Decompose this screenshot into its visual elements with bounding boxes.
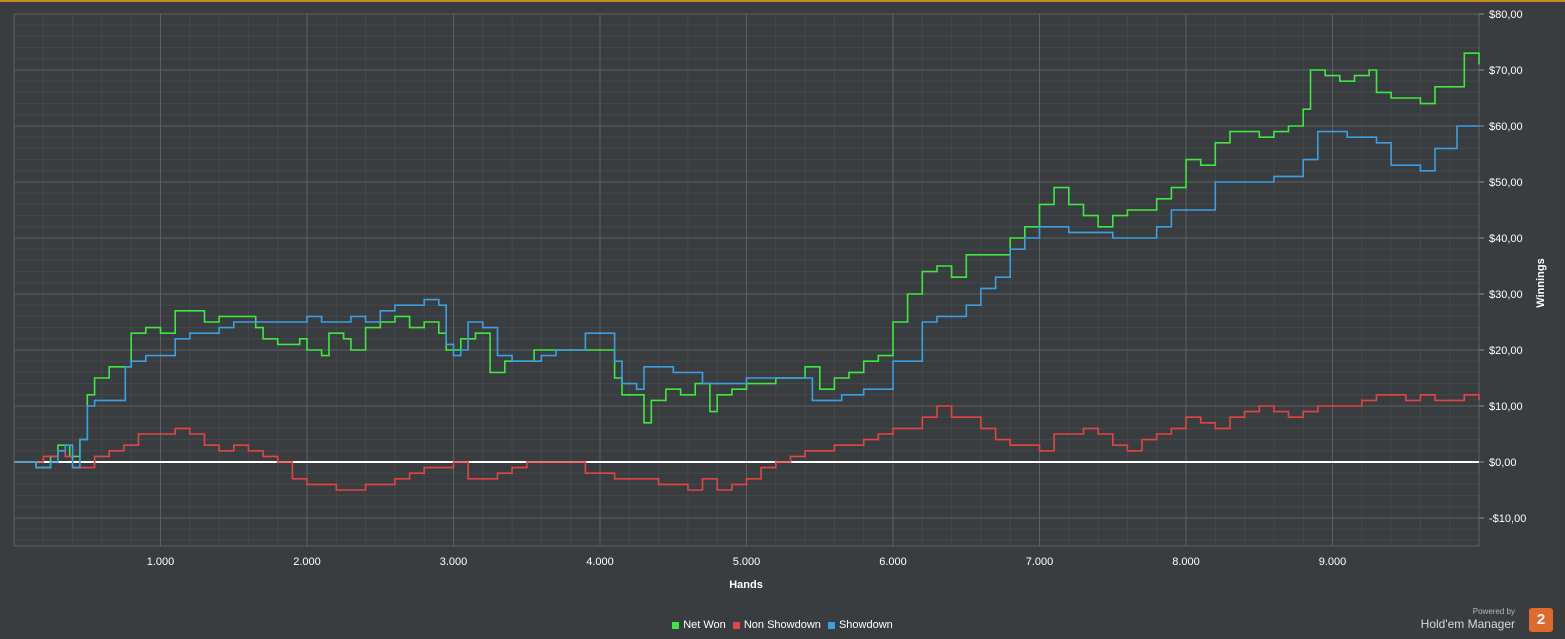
y-tick-label: $10,00 (1489, 401, 1523, 413)
x-tick-label: 7.000 (1026, 556, 1054, 568)
x-tick-label: 4.000 (586, 556, 614, 568)
brand-name: Hold'em Manager (1420, 617, 1515, 631)
x-tick-label: 5.000 (733, 556, 761, 568)
legend: Net Won Non Showdown Showdown (0, 619, 1565, 631)
holdem-manager-logo-icon: 2 (1529, 608, 1553, 632)
y-axis-title: Winnings (1535, 258, 1547, 307)
brand-powered-text: Powered by (1472, 607, 1515, 616)
legend-label: Non Showdown (743, 619, 821, 632)
y-tick-label: -$10,00 (1489, 513, 1526, 525)
x-tick-label: 3.000 (440, 556, 468, 568)
legend-swatch-non-showdown (732, 621, 740, 629)
winnings-chart: 1.000 2.000 3.000 4.000 5.000 6.000 7.000 8.000… (13, 9, 1547, 591)
x-axis-ticks: 1.000 2.000 3.000 4.000 5.000 6.000 7.000 8.000… (147, 556, 1347, 568)
x-axis-title: Hands (729, 579, 763, 591)
y-tick-label: $40,00 (1489, 233, 1523, 245)
x-tick-label: 1.000 (147, 556, 175, 568)
legend-label: Net Won (683, 619, 726, 632)
x-tick-label: 6.000 (879, 556, 907, 568)
y-tick-label: $0,00 (1489, 457, 1517, 469)
y-tick-label: $70,00 (1489, 65, 1523, 77)
legend-swatch-net-won (672, 621, 680, 629)
legend-item-net-won[interactable]: Net Won (672, 619, 726, 631)
y-tick-label: $80,00 (1489, 9, 1523, 21)
y-tick-label: $60,00 (1489, 121, 1523, 133)
y-tick-label: $30,00 (1489, 289, 1523, 301)
legend-label: Showdown (838, 619, 893, 632)
y-tick-label: $50,00 (1489, 177, 1523, 189)
x-tick-label: 9.000 (1319, 556, 1347, 568)
legend-item-non-showdown[interactable]: Non Showdown (732, 619, 821, 632)
x-tick-label: 2.000 (293, 556, 321, 568)
x-tick-label: 8.000 (1172, 556, 1200, 568)
brand-badge: Powered by Hold'em Manager 2 (1413, 605, 1553, 635)
y-axis-ticks: $80,00 $70,00 $60,00 $50,00 $40,00 $30,00 $20,… (1479, 9, 1526, 525)
legend-swatch-showdown (827, 621, 835, 629)
y-tick-label: $20,00 (1489, 345, 1523, 357)
legend-item-showdown[interactable]: Showdown (827, 619, 893, 632)
